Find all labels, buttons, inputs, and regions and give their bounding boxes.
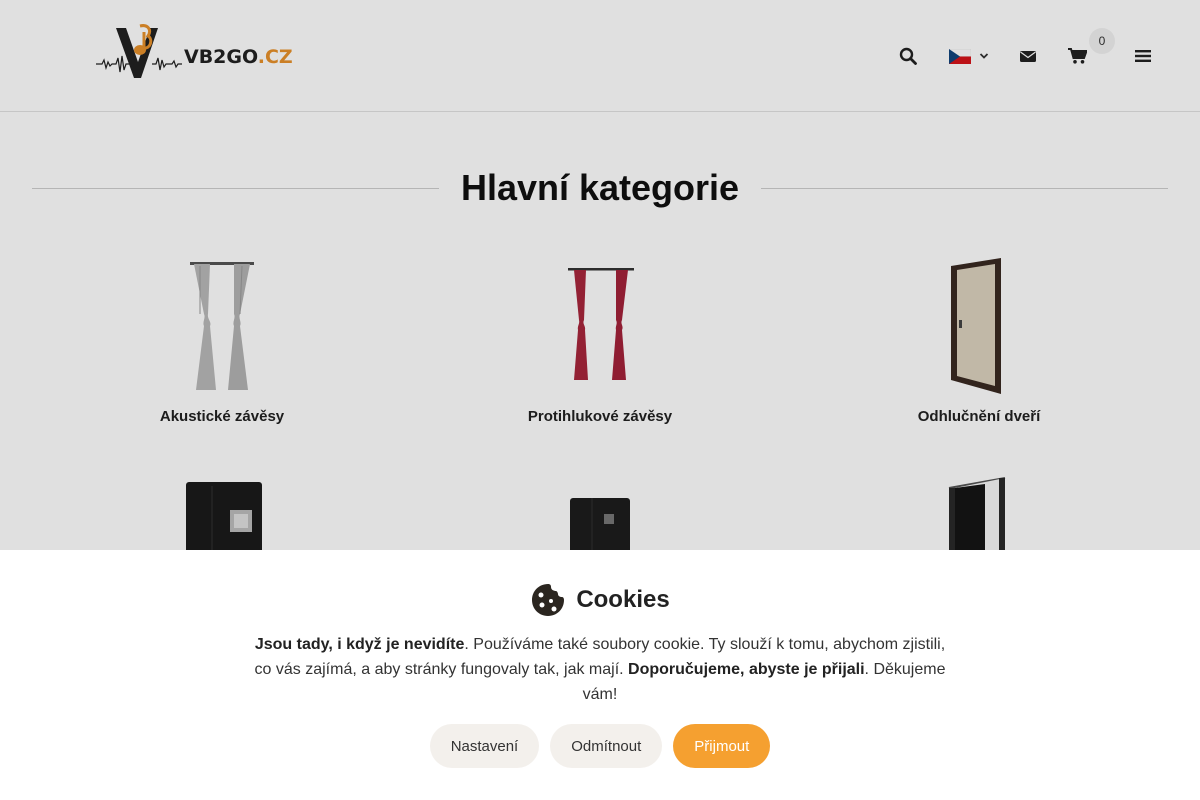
menu-icon [1135,50,1151,62]
category-label: Odhlučnění dveří [917,408,1041,425]
cookie-text-bold: Doporučujeme, abyste je přijali [628,661,865,678]
category-protihlukove-zavesy[interactable]: Protihlukové závěsy [410,254,790,425]
cookie-title: Cookies [576,586,670,613]
language-selector[interactable] [946,40,992,72]
page-title: Hlavní kategorie [460,167,740,208]
cart-count-badge: 0 [1089,28,1115,54]
section-title-row: Hlavní kategorie [32,160,1169,216]
search-button[interactable] [894,40,922,72]
category-label: Protihlukové závěsy [527,408,673,425]
category-akusticke-zavesy[interactable]: Akustické závěsy [32,254,412,425]
cookie-consent-panel: Cookies Jsou tady, i když je nevidíte. P… [0,550,1200,800]
door-image [951,258,1001,394]
chevron-down-icon [979,53,989,59]
contact-button[interactable] [1015,40,1041,72]
site-header: VB2GO.CZ 0 [0,0,1200,112]
cookie-icon [532,584,565,616]
cookie-settings-button[interactable]: Nastavení [429,724,540,768]
logo-tld: .CZ [257,46,293,68]
mail-icon [1020,50,1036,62]
grey-curtain-image [190,262,254,390]
menu-button[interactable] [1131,40,1155,72]
logo-text: VB2GO [184,46,258,68]
cookie-message: Jsou tady, i když je nevidíte. Používáme… [250,632,950,707]
divider [761,187,1169,189]
flag-cz-icon [949,48,971,64]
search-icon [899,47,917,65]
cart-icon [1067,48,1087,64]
cookie-buttons: Nastavení Odmítnout Přijmout [0,724,1200,768]
divider [32,187,439,189]
logo[interactable]: VB2GO.CZ [96,20,293,82]
cookie-accept-button[interactable]: Přijmout [673,724,771,768]
cart-button[interactable] [1064,40,1090,72]
category-label: Akustické závěsy [159,408,285,425]
cookie-reject-button[interactable]: Odmítnout [550,724,663,768]
cookie-text-bold: Jsou tady, i když je nevidíte [254,636,465,653]
category-odhlucneni-dveri[interactable]: Odhlučnění dveří [789,254,1169,425]
red-curtain-image [568,268,634,380]
